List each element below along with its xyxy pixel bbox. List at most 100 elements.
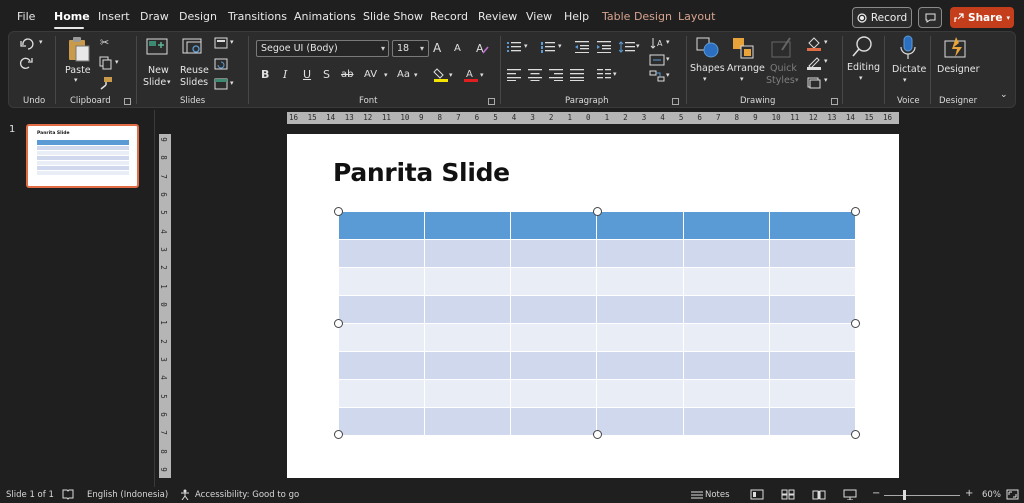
table-cell[interactable] <box>682 211 770 240</box>
shape-fill-dropdown-icon[interactable]: ▾ <box>824 38 828 46</box>
font-color-icon[interactable]: A <box>463 67 479 83</box>
zoom-out-icon[interactable]: − <box>872 488 880 499</box>
slide-show-icon[interactable] <box>843 489 857 500</box>
underline-button[interactable]: U <box>303 68 311 81</box>
table-cell[interactable] <box>337 211 426 240</box>
notes-button[interactable]: Notes <box>705 490 730 500</box>
designer-label[interactable]: Designer <box>937 64 980 75</box>
table-cell[interactable] <box>424 295 512 324</box>
align-right-icon[interactable] <box>549 69 563 81</box>
language-indicator[interactable]: English (Indonesia) <box>87 490 168 500</box>
comments-button[interactable] <box>918 7 942 28</box>
reuse-slides-icon[interactable] <box>181 36 205 56</box>
new-slide-dropdown-icon[interactable]: ▾ <box>167 78 171 86</box>
section-icon[interactable] <box>214 78 228 90</box>
designer-icon[interactable] <box>943 35 969 61</box>
grow-font-icon[interactable]: A <box>433 41 441 55</box>
text-direction-icon[interactable]: A <box>649 36 665 50</box>
paste-dropdown-icon[interactable]: ▾ <box>74 76 78 84</box>
copy-dropdown-icon[interactable]: ▾ <box>115 58 119 66</box>
new-slide-label-1[interactable]: New <box>148 65 169 76</box>
clipboard-launcher[interactable] <box>124 98 131 105</box>
font-launcher[interactable] <box>488 98 495 105</box>
table-cell[interactable] <box>424 211 512 240</box>
highlight-dropdown-icon[interactable]: ▾ <box>449 71 453 79</box>
tab-layout[interactable]: Layout <box>678 10 715 23</box>
microphone-icon[interactable] <box>898 35 918 61</box>
line-spacing-dropdown-icon[interactable]: ▾ <box>636 42 640 50</box>
reuse-slides-label-2[interactable]: Slides <box>180 77 208 88</box>
slide-title[interactable]: Panrita Slide <box>333 158 510 187</box>
notes-icon[interactable] <box>690 490 704 500</box>
bold-button[interactable]: B <box>261 68 269 81</box>
table-cell[interactable] <box>510 323 598 352</box>
format-painter-icon[interactable] <box>99 76 113 90</box>
drawing-launcher[interactable] <box>831 98 838 105</box>
align-left-icon[interactable] <box>507 69 521 81</box>
table-cell[interactable] <box>510 351 598 380</box>
table-cell[interactable] <box>596 211 684 240</box>
decrease-indent-icon[interactable] <box>575 41 589 53</box>
align-text-dropdown-icon[interactable]: ▾ <box>666 55 670 63</box>
align-center-icon[interactable] <box>528 69 542 81</box>
table-cell[interactable] <box>337 323 426 352</box>
layout-icon[interactable] <box>214 37 228 49</box>
resize-handle-top-left[interactable] <box>334 207 343 216</box>
shrink-font-icon[interactable]: A <box>454 43 461 54</box>
zoom-level[interactable]: 60% <box>982 490 1001 500</box>
increase-indent-icon[interactable] <box>597 41 611 53</box>
resize-handle-top-center[interactable] <box>593 207 602 216</box>
numbering-icon[interactable] <box>541 41 557 53</box>
tab-table-design[interactable]: Table Design <box>602 10 672 23</box>
justify-icon[interactable] <box>570 69 584 81</box>
table-row[interactable] <box>337 379 857 408</box>
table-cell[interactable] <box>596 239 684 268</box>
line-spacing-icon[interactable] <box>619 41 635 53</box>
new-slide-icon[interactable] <box>145 36 169 56</box>
slide-thumbnail[interactable]: Panrita Slide <box>26 124 139 188</box>
normal-view-icon[interactable] <box>750 489 764 500</box>
arrange-label[interactable]: Arrange <box>727 63 765 74</box>
shape-fill-icon[interactable] <box>806 37 822 51</box>
table-cell[interactable] <box>768 407 857 436</box>
slide-canvas[interactable]: Panrita Slide <box>287 134 899 478</box>
table-row[interactable] <box>337 267 857 296</box>
shapes-icon[interactable] <box>695 36 721 60</box>
reading-view-icon[interactable] <box>812 489 826 500</box>
editing-dropdown-icon[interactable]: ▾ <box>859 74 863 82</box>
font-color-dropdown-icon[interactable]: ▾ <box>480 71 484 79</box>
character-spacing-button[interactable]: AV <box>364 69 377 80</box>
table-cell[interactable] <box>337 379 426 408</box>
numbering-dropdown-icon[interactable]: ▾ <box>558 42 562 50</box>
undo-icon[interactable] <box>19 37 41 51</box>
arrange-dropdown-icon[interactable]: ▾ <box>740 75 744 83</box>
tab-draw[interactable]: Draw <box>140 10 169 23</box>
reset-icon[interactable] <box>214 58 228 70</box>
table-cell[interactable] <box>682 323 770 352</box>
record-button[interactable]: Record <box>852 7 912 28</box>
resize-handle-middle-right[interactable] <box>851 319 860 328</box>
smartart-dropdown-icon[interactable]: ▾ <box>666 71 670 79</box>
table-cell[interactable] <box>768 323 857 352</box>
table-cell[interactable] <box>510 239 598 268</box>
shape-effects-icon[interactable] <box>806 75 822 89</box>
layout-dropdown-icon[interactable]: ▾ <box>230 38 234 46</box>
bullets-dropdown-icon[interactable]: ▾ <box>524 42 528 50</box>
table-cell[interactable] <box>682 407 770 436</box>
table-row[interactable] <box>337 295 857 324</box>
tab-view[interactable]: View <box>526 10 552 23</box>
table-cell[interactable] <box>510 407 598 436</box>
table-cell[interactable] <box>596 295 684 324</box>
editing-label[interactable]: Editing <box>847 62 880 73</box>
character-spacing-dropdown-icon[interactable]: ▾ <box>384 71 388 79</box>
table-cell[interactable] <box>337 295 426 324</box>
table-row[interactable] <box>337 323 857 352</box>
shape-outline-icon[interactable] <box>806 56 822 70</box>
dictate-dropdown-icon[interactable]: ▾ <box>903 76 907 84</box>
shapes-label[interactable]: Shapes <box>690 63 725 74</box>
font-name-select[interactable]: Segoe UI (Body) <box>256 40 389 57</box>
smartart-icon[interactable] <box>649 70 665 82</box>
copy-icon[interactable] <box>99 56 113 70</box>
new-slide-label-2[interactable]: Slide <box>143 77 166 88</box>
paragraph-launcher[interactable] <box>672 98 679 105</box>
